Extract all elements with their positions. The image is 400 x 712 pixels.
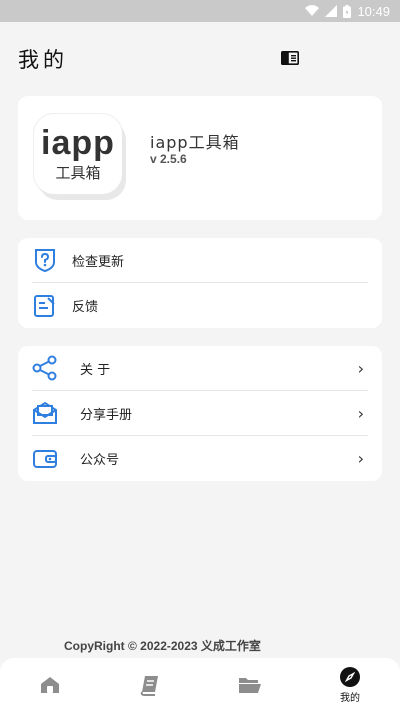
feedback-edit-icon [32, 293, 58, 319]
menu-item-about[interactable]: 关 于 › [32, 346, 368, 391]
chevron-right-icon: › [357, 358, 364, 378]
app-logo-subtext: 工具箱 [55, 163, 101, 182]
page-title: 我的 [18, 48, 68, 72]
bottom-navigation: 我的 [0, 658, 400, 712]
battery-icon [343, 4, 352, 18]
nav-folder[interactable] [200, 676, 300, 694]
menu-card-2: 关 于 › 分享手册 › 公众号 › [18, 346, 382, 481]
mail-open-icon [32, 400, 58, 426]
app-version: v 2.5.6 [150, 152, 187, 166]
app-logo: iapp 工具箱 [34, 114, 122, 194]
menu-item-share-manual[interactable]: 分享手册 › [32, 391, 368, 436]
menu-item-check-update[interactable]: 检查更新 [32, 238, 368, 283]
shield-question-icon [32, 247, 58, 273]
chevron-right-icon: › [357, 449, 364, 468]
signal-icon [325, 5, 338, 17]
menu-card-1: 检查更新 反馈 [18, 238, 382, 328]
status-time: 10:49 [357, 3, 390, 19]
compass-icon [340, 666, 360, 687]
app-info-card: iapp 工具箱 iapp工具箱 v 2.5.6 [18, 96, 382, 220]
nav-label: 我的 [340, 692, 360, 704]
menu-item-label: 反馈 [72, 300, 99, 315]
menu-item-official-account[interactable]: 公众号 › [32, 436, 368, 481]
menu-item-feedback[interactable]: 反馈 [32, 283, 368, 328]
app-logo-text: iapp [41, 123, 115, 162]
home-icon [41, 677, 59, 693]
status-bar: 10:49 [0, 0, 400, 22]
chevron-right-icon: › [357, 403, 364, 423]
folder-icon [239, 678, 261, 693]
wifi-icon [305, 5, 320, 16]
copyright-text: CopyRight © 2022-2023 义成工作室 [64, 639, 261, 653]
page-header: 我的 [0, 22, 400, 96]
app-name: iapp工具箱 [150, 133, 240, 152]
wallet-icon [32, 446, 58, 472]
menu-item-label: 检查更新 [72, 254, 125, 270]
menu-item-label: 分享手册 [80, 407, 133, 423]
menu-item-label: 关 于 [80, 362, 111, 378]
menu-item-label: 公众号 [80, 453, 120, 468]
nav-mine[interactable]: 我的 [300, 666, 400, 704]
menu-book-icon[interactable] [281, 51, 299, 65]
book-icon [140, 676, 158, 696]
nav-home[interactable] [0, 675, 100, 695]
share-nodes-icon [32, 355, 58, 381]
nav-book[interactable] [100, 674, 200, 696]
